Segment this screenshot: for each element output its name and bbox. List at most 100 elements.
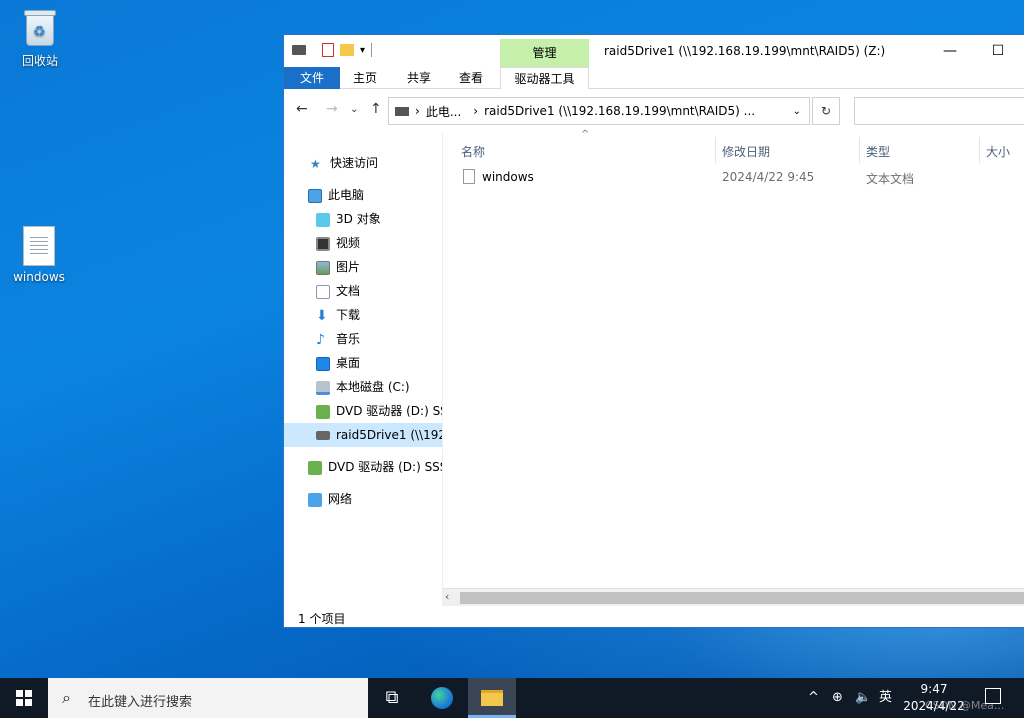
toolbar-divider [371, 43, 373, 57]
file-name: windows [482, 170, 534, 184]
column-headers: 名称 修改日期 类型 大小 [443, 133, 1024, 165]
horizontal-scrollbar[interactable]: ‹ [442, 588, 1024, 606]
desktop-icon-recycle-bin[interactable]: ♻ 回收站 [2, 8, 78, 69]
network-status-icon[interactable]: ⊕ [832, 678, 843, 718]
nav-item-local-disk[interactable]: 本地磁盘 (C:) [284, 375, 442, 399]
search-input[interactable] [854, 97, 1024, 125]
column-header-type[interactable]: 类型 [866, 143, 890, 160]
nav-item-music[interactable]: ♪ 音乐 [284, 327, 442, 351]
desktop-icon-windows-file[interactable]: windows [1, 226, 77, 284]
task-view-icon[interactable]: ⧉ [368, 678, 416, 718]
file-row[interactable]: windows 2024/4/22 9:45 文本文档 [443, 165, 1024, 189]
tab-home[interactable]: 主页 [340, 67, 390, 89]
nav-item-this-pc[interactable]: 此电脑 [284, 183, 442, 207]
recycle-bin-label: 回收站 [21, 54, 58, 68]
title-bar[interactable]: ▾ 管理 raid5Drive1 (\\192.168.19.199\mnt\R… [284, 35, 1024, 67]
nav-item-3d-objects[interactable]: 3D 对象 [284, 207, 442, 231]
taskbar-search-box[interactable]: ⌕ 在此键入进行搜索 [48, 678, 368, 718]
nav-label: 音乐 [336, 332, 361, 346]
navigation-pane: ★ 快速访问 此电脑 3D 对象 视频 图片 文档 ⬇ 下载 ♪ 音乐 桌面 本地磁盘… [284, 133, 442, 588]
nav-item-raid5-drive[interactable]: raid5Drive1 (\\192 [284, 423, 442, 447]
status-item-count: 1 个项目 [298, 612, 346, 626]
nav-label: 本地磁盘 (C:) [336, 380, 410, 394]
explorer-window: ▾ 管理 raid5Drive1 (\\192.168.19.199\mnt\R… [283, 34, 1024, 628]
search-icon: ⌕ [62, 688, 71, 707]
address-dropdown-icon[interactable]: ⌄ [793, 106, 801, 117]
tab-view[interactable]: 查看 [446, 67, 496, 89]
minimize-button[interactable]: — [927, 35, 973, 67]
tab-file[interactable]: 文件 [284, 67, 340, 89]
breadcrumb-this-pc[interactable]: 此电... [426, 103, 461, 120]
text-file-icon [463, 169, 475, 184]
breadcrumb-chevron-icon[interactable]: › [415, 104, 420, 118]
file-list-pane[interactable]: ^ 名称 修改日期 类型 大小 windows 2024/4/22 9:45 文… [442, 129, 1024, 588]
video-icon [316, 236, 330, 251]
customize-toolbar-icon[interactable]: ▾ [360, 45, 365, 56]
show-hidden-icons-icon[interactable]: ^ [808, 678, 819, 718]
nav-label: raid5Drive1 (\\192 [336, 428, 442, 442]
column-header-name[interactable]: 名称 [461, 143, 485, 160]
network-icon [308, 492, 322, 507]
documents-icon [316, 284, 330, 299]
nav-label: 文档 [336, 284, 361, 298]
desktop-icon [316, 356, 330, 371]
breadcrumb-chevron-icon[interactable]: › [473, 104, 478, 118]
nav-item-dvd-drive-2[interactable]: DVD 驱动器 (D:) SSS [284, 455, 442, 479]
nav-label: 下载 [336, 308, 361, 322]
nav-item-documents[interactable]: 文档 [284, 279, 442, 303]
properties-icon[interactable] [322, 43, 334, 57]
volume-muted-icon[interactable]: 🔈 [855, 678, 871, 718]
context-tab-header: 管理 [500, 39, 589, 67]
dvd-icon [308, 460, 322, 475]
recycle-bin-icon: ♻ [22, 8, 58, 48]
address-input[interactable]: › 此电... › raid5Drive1 (\\192.168.19.199\… [388, 97, 810, 125]
edge-browser-icon[interactable] [418, 678, 466, 718]
breadcrumb-drive[interactable]: raid5Drive1 (\\192.168.19.199\mnt\RAID5)… [484, 104, 755, 118]
nav-item-desktop[interactable]: 桌面 [284, 351, 442, 375]
music-icon: ♪ [316, 331, 325, 348]
windows-file-label: windows [13, 270, 65, 284]
disk-icon [316, 380, 330, 395]
scrollbar-thumb[interactable] [460, 592, 1024, 604]
star-icon: ★ [310, 156, 321, 171]
search-placeholder: 在此键入进行搜索 [88, 695, 193, 710]
recent-locations-icon[interactable]: ⌄ [350, 104, 358, 115]
start-button[interactable] [0, 678, 48, 718]
nav-item-pictures[interactable]: 图片 [284, 255, 442, 279]
column-header-size[interactable]: 大小 [986, 143, 1010, 160]
nav-item-downloads[interactable]: ⬇ 下载 [284, 303, 442, 327]
3d-objects-icon [316, 212, 330, 227]
network-drive-icon [316, 431, 330, 440]
drive-icon [292, 45, 306, 55]
tab-share[interactable]: 共享 [394, 67, 444, 89]
new-folder-icon[interactable] [340, 44, 354, 56]
ime-language-indicator[interactable]: 英 [879, 678, 892, 718]
maximize-button[interactable]: ☐ [975, 35, 1021, 67]
nav-label: DVD 驱动器 (D:) SS [336, 404, 442, 418]
back-icon[interactable]: ← [296, 101, 308, 117]
windows-logo-icon [16, 690, 32, 706]
refresh-button[interactable]: ↻ [812, 97, 840, 125]
nav-item-dvd-drive[interactable]: DVD 驱动器 (D:) SS [284, 399, 442, 423]
nav-label: DVD 驱动器 (D:) SSS [328, 460, 442, 474]
download-icon: ⬇ [316, 307, 328, 324]
nav-label: 图片 [336, 260, 361, 274]
up-icon[interactable]: ↑ [370, 101, 382, 117]
tab-drive-tools[interactable]: 驱动器工具 [500, 67, 589, 89]
address-bar-row: ← → ⌄ ↑ › 此电... › raid5Drive1 (\\192.168… [284, 89, 1024, 133]
nav-item-quick-access[interactable]: ★ 快速访问 [284, 151, 442, 175]
column-header-modified[interactable]: 修改日期 [722, 143, 770, 160]
file-type: 文本文档 [866, 172, 915, 186]
nav-label: 3D 对象 [336, 212, 381, 226]
taskbar: ⌕ 在此键入进行搜索 ⧉ ^ ⊕ 🔈 英 9:47 2024/4/22 CSDN… [0, 678, 1024, 718]
forward-icon[interactable]: → [326, 101, 338, 117]
window-title: raid5Drive1 (\\192.168.19.199\mnt\RAID5)… [604, 44, 886, 58]
nav-item-network[interactable]: 网络 [284, 487, 442, 511]
dvd-icon [316, 404, 330, 419]
notification-center-icon[interactable] [985, 688, 1001, 704]
text-file-icon [23, 226, 55, 266]
clock-time: 9:47 [920, 682, 948, 696]
nav-item-video[interactable]: 视频 [284, 231, 442, 255]
file-explorer-taskbar-icon[interactable] [468, 678, 516, 718]
scroll-left-icon[interactable]: ‹ [445, 590, 449, 603]
